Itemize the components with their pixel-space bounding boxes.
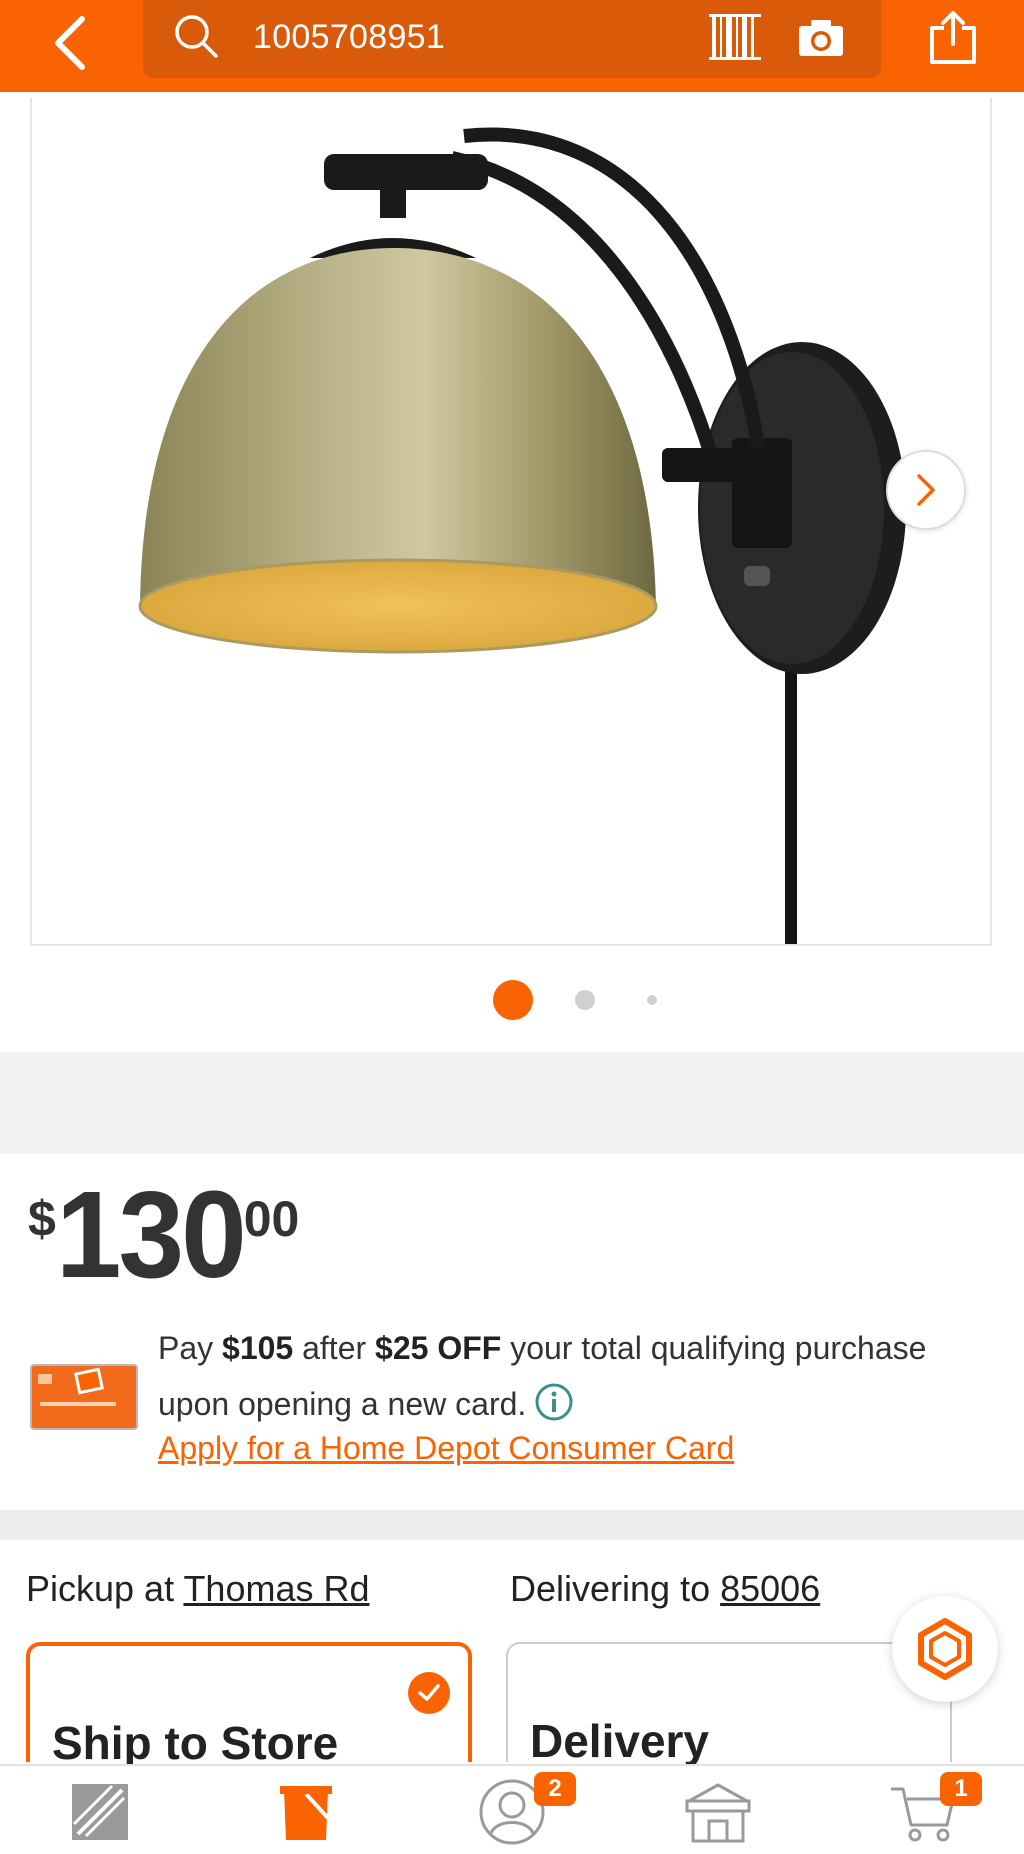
- camera-icon[interactable]: [797, 16, 845, 58]
- pickup-prefix: Pickup at: [26, 1568, 184, 1609]
- top-bar: 1005708951: [0, 0, 1024, 92]
- shop-bucket-icon: [280, 1786, 332, 1840]
- cart-badge: 1: [940, 1772, 982, 1806]
- promo-discount: $25 OFF: [375, 1330, 502, 1366]
- hexagon-chat-icon: [918, 1618, 972, 1680]
- ship-to-store-option[interactable]: Ship to Store: [26, 1642, 472, 1769]
- account-badge: 2: [534, 1772, 576, 1806]
- back-chevron-icon: [55, 16, 85, 70]
- search-icon: [175, 15, 218, 58]
- barcode-icon[interactable]: [709, 14, 761, 60]
- pickup-store-link[interactable]: Thomas Rd: [183, 1568, 369, 1609]
- search-bar[interactable]: 1005708951: [143, 0, 881, 78]
- home-depot-logo-icon: [72, 1784, 128, 1840]
- carousel-dot[interactable]: [647, 995, 657, 1005]
- pickup-location: Pickup at Thomas Rd: [26, 1568, 370, 1610]
- product-page: 1005708951 $ 130 00 Pay $105 after $25 O…: [0, 0, 1024, 1854]
- back-button[interactable]: [30, 8, 110, 78]
- price-dollars: 130: [55, 1165, 247, 1305]
- apply-card-link[interactable]: Apply for a Home Depot Consumer Card: [158, 1430, 734, 1467]
- promo-amount: $105: [222, 1330, 294, 1366]
- delivery-prefix: Delivering to: [510, 1568, 721, 1609]
- nav-account[interactable]: 2: [462, 1772, 576, 1852]
- promo-mid: after: [293, 1330, 376, 1366]
- share-icon[interactable]: [928, 10, 978, 66]
- delivery-option[interactable]: Delivery: [506, 1642, 952, 1767]
- delivery-location: Delivering to 85006: [510, 1568, 820, 1610]
- nav-shop[interactable]: [256, 1772, 356, 1852]
- info-icon[interactable]: [534, 1382, 574, 1422]
- nav-cart[interactable]: 1: [874, 1772, 982, 1852]
- image-gallery: [0, 92, 1024, 1052]
- chat-button[interactable]: [892, 1596, 998, 1702]
- section-divider: [0, 1052, 1024, 1154]
- promo-pre: Pay: [158, 1330, 223, 1366]
- next-image-button[interactable]: [886, 450, 966, 530]
- section-divider: [0, 1510, 1024, 1540]
- delivery-zip-link[interactable]: 85006: [720, 1568, 820, 1609]
- search-input[interactable]: 1005708951: [253, 18, 445, 57]
- carousel-dot-active[interactable]: [493, 980, 533, 1020]
- nav-home[interactable]: [50, 1772, 150, 1852]
- delivery-title: Delivery: [530, 1715, 710, 1767]
- carousel-dot[interactable]: [575, 990, 595, 1010]
- product-image[interactable]: [30, 98, 992, 946]
- carousel-dots: [0, 978, 1024, 1022]
- bottom-nav: 2 1: [0, 1764, 1024, 1854]
- store-icon: [685, 1783, 751, 1843]
- chevron-right-icon: [917, 474, 935, 506]
- wall-lamp-image: [138, 127, 906, 944]
- price-currency: $: [28, 1191, 56, 1247]
- product-price: $ 130 00: [28, 1170, 300, 1297]
- ship-to-store-title: Ship to Store: [52, 1717, 339, 1769]
- checkmark-icon: [408, 1672, 450, 1714]
- credit-card-image: [30, 1364, 138, 1430]
- promo-text: Pay $105 after $25 OFF your total qualif…: [158, 1320, 978, 1432]
- price-cents: 00: [243, 1191, 300, 1247]
- nav-store[interactable]: [668, 1772, 768, 1852]
